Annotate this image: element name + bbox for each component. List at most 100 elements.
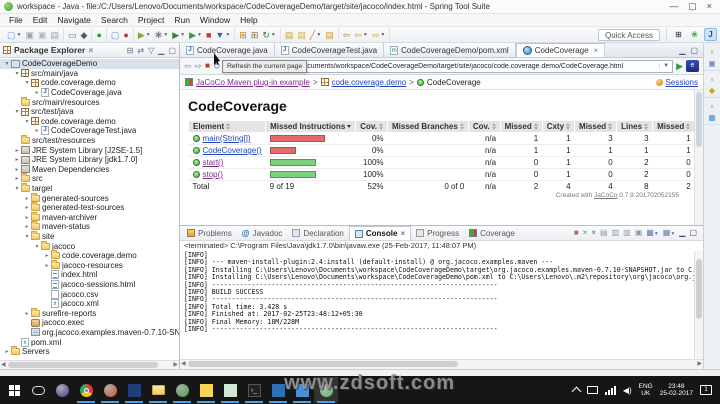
stop-launch-icon[interactable]: ■ bbox=[204, 29, 213, 41]
new-testcase-icon[interactable]: ● bbox=[94, 29, 103, 41]
editor-tab-codecoveragetest-java[interactable]: J CodeCoverageTest.java bbox=[274, 43, 385, 57]
tray-network-icon[interactable] bbox=[604, 385, 616, 395]
menu-run[interactable]: Run bbox=[169, 15, 195, 25]
link-with-editor-icon[interactable]: ⇄ bbox=[137, 46, 144, 55]
file-explorer[interactable] bbox=[146, 377, 170, 403]
minimized-view-window-icon[interactable]: ▣ bbox=[708, 59, 716, 68]
console-vertical-scrollbar[interactable] bbox=[694, 251, 703, 359]
tree-item-index-html[interactable]: index.html bbox=[0, 270, 179, 280]
menu-project[interactable]: Project bbox=[133, 15, 169, 25]
expanded-chevron-icon[interactable]: ▾ bbox=[13, 185, 21, 192]
package-explorer-tab[interactable]: Package Explorer × bbox=[3, 45, 93, 55]
sessions-link[interactable]: Sessions bbox=[666, 78, 698, 87]
menu-help[interactable]: Help bbox=[235, 15, 262, 25]
scroll-left-icon[interactable]: ◀ bbox=[181, 360, 186, 369]
maximize-view-icon[interactable]: ▢ bbox=[168, 46, 176, 55]
dropdown-arrow-icon[interactable]: ▼ bbox=[180, 29, 185, 41]
tree-item-maven-status[interactable]: ▸ maven-status bbox=[0, 221, 179, 232]
minimize-view-icon[interactable]: ▁ bbox=[158, 46, 164, 55]
maximize-editor-icon[interactable]: ▢ bbox=[690, 46, 698, 55]
minimize-window-button[interactable]: — bbox=[669, 2, 678, 11]
element-link[interactable]: CodeCoverage() bbox=[203, 146, 262, 155]
console-tab-declaration[interactable]: Declaration bbox=[287, 226, 348, 240]
tree-item-src-main-java[interactable]: ▾ src/main/java bbox=[0, 69, 179, 79]
expanded-chevron-icon[interactable]: ▾ bbox=[23, 118, 31, 125]
menu-edit[interactable]: Edit bbox=[28, 15, 53, 25]
collapsed-chevron-icon[interactable]: ▸ bbox=[23, 204, 31, 211]
pin-console-icon[interactable]: ▣ bbox=[635, 228, 643, 238]
expanded-chevron-icon[interactable]: ▾ bbox=[33, 243, 41, 250]
dropdown-arrow-icon[interactable]: ▼ bbox=[363, 29, 368, 41]
browser-back-icon[interactable]: ⇦ bbox=[184, 61, 192, 71]
tree-item-pom-xml[interactable]: x pom.xml bbox=[0, 337, 179, 347]
expanded-chevron-icon[interactable]: ▾ bbox=[23, 79, 31, 86]
console-tab-coverage[interactable]: Coverage bbox=[464, 226, 520, 240]
dropdown-arrow-icon[interactable]: ▼ bbox=[17, 29, 22, 41]
tree-item-jre-system-library-j2se-1-5-[interactable]: ▸ JRE System Library [J2SE-1.5] bbox=[0, 145, 179, 155]
restore-view-1-icon[interactable]: ▫ bbox=[711, 48, 714, 57]
dropdown-arrow-icon[interactable]: ▼ bbox=[316, 29, 321, 41]
collapsed-chevron-icon[interactable]: ▸ bbox=[33, 89, 41, 96]
maximize-window-button[interactable]: ▢ bbox=[688, 2, 697, 11]
tree-item-src-test-resources[interactable]: src/test/resources bbox=[0, 135, 179, 146]
run-launch-icon[interactable]: ▶ ▼ bbox=[187, 29, 204, 41]
remove-all-launches-icon[interactable]: × bbox=[591, 228, 596, 238]
collapsed-chevron-icon[interactable]: ▸ bbox=[13, 166, 21, 173]
browser-stop-icon[interactable]: ■ bbox=[205, 61, 210, 71]
back-history-icon[interactable]: ⇦ ▼ bbox=[352, 29, 370, 41]
annotate-icon[interactable]: ╱ ▼ bbox=[308, 29, 323, 41]
java-perspective-button[interactable]: J bbox=[704, 28, 717, 41]
open-window-icon[interactable]: ▢ bbox=[109, 29, 122, 41]
tree-item-jacoco-sessions-html[interactable]: jacoco-sessions.html bbox=[0, 279, 179, 290]
collapsed-chevron-icon[interactable]: ▸ bbox=[13, 175, 21, 182]
tree-item-jacoco[interactable]: ▾ jacoco bbox=[0, 240, 179, 251]
tree-item-code-coverage-demo[interactable]: ▾ code.coverage.demo bbox=[0, 78, 179, 88]
tree-item-target[interactable]: ▾ target bbox=[0, 183, 179, 194]
collapsed-chevron-icon[interactable]: ▸ bbox=[23, 214, 31, 221]
tree-item-jacoco-xml[interactable]: x jacoco.xml bbox=[0, 299, 179, 309]
column-header-missed[interactable]: Missed bbox=[574, 120, 618, 133]
go-button[interactable]: ▶ bbox=[676, 61, 683, 72]
mark-occurrences-icon[interactable]: ▤ bbox=[323, 29, 336, 41]
jacoco-link[interactable]: JaCoCo bbox=[594, 192, 617, 199]
column-header-element[interactable]: Element bbox=[187, 120, 267, 133]
column-header-cxty[interactable]: Cxty bbox=[541, 120, 576, 133]
editor-tab-codecoveragedemo-pom-xml[interactable]: m CodeCoverageDemo/pom.xml bbox=[384, 43, 516, 57]
minimized-view-task-icon[interactable]: ◆ bbox=[709, 86, 715, 95]
view-menu-icon[interactable]: ▽ bbox=[148, 46, 154, 55]
notification-center-icon[interactable]: 1 bbox=[700, 385, 712, 395]
console-scroll-thumb[interactable] bbox=[188, 361, 458, 367]
tree-item-maven-archiver[interactable]: ▸ maven-archiver bbox=[0, 211, 179, 223]
editor-tab-codecoverage-java[interactable]: J CodeCoverage.java bbox=[180, 43, 275, 57]
expanded-chevron-icon[interactable]: ▾ bbox=[13, 108, 21, 115]
forward-history-icon[interactable]: ⇨ ▼ bbox=[370, 29, 388, 41]
menu-window[interactable]: Window bbox=[195, 15, 235, 25]
editor-app[interactable] bbox=[122, 377, 146, 403]
collapsed-chevron-icon[interactable]: ▸ bbox=[23, 223, 31, 230]
close-tab-icon[interactable]: × bbox=[594, 46, 599, 55]
console-horizontal-scrollbar[interactable]: ◀ ▶ bbox=[180, 359, 703, 369]
refresh-tool-icon[interactable]: ↻ ▼ bbox=[260, 29, 278, 41]
photos-app[interactable] bbox=[218, 377, 242, 403]
minimize-view-icon[interactable]: ▁ bbox=[679, 228, 685, 238]
word-wrap-icon[interactable]: ▥ bbox=[623, 228, 631, 238]
column-header-lines[interactable]: Lines bbox=[616, 120, 654, 133]
open-console-icon[interactable]: ▦▼ bbox=[663, 228, 676, 239]
explorer-scroll-thumb[interactable] bbox=[8, 362, 158, 368]
tree-item-code-coverage-demo[interactable]: ▸ code.coverage.demo bbox=[0, 250, 179, 261]
external-tools-icon[interactable]: ✱ ▼ bbox=[153, 29, 171, 41]
new-java-project-icon[interactable]: ⊞ bbox=[237, 29, 249, 41]
tree-item-src-main-resources[interactable]: src/main/resources bbox=[0, 96, 179, 107]
spring-tool-suite[interactable] bbox=[170, 377, 194, 403]
tray-clock[interactable]: 23:48 25-02-2017 bbox=[660, 383, 693, 398]
tree-item-src-test-java[interactable]: ▾ src/test/java bbox=[0, 107, 179, 117]
breadcrumb-link-root[interactable]: JaCoCo Maven plug-in example bbox=[196, 78, 310, 87]
collapsed-chevron-icon[interactable]: ▸ bbox=[23, 310, 31, 317]
dropdown-arrow-icon[interactable]: ▼ bbox=[197, 29, 202, 41]
display-selected-console-icon[interactable]: ▦▼ bbox=[646, 228, 659, 239]
restore-view-2-icon[interactable]: ▫ bbox=[711, 75, 714, 84]
browser-forward-icon[interactable]: ⇨ bbox=[195, 61, 203, 71]
tray-monitor-icon[interactable] bbox=[586, 386, 598, 394]
column-header-cov-[interactable]: Cov. bbox=[355, 120, 389, 133]
dropdown-arrow-icon[interactable]: ▼ bbox=[271, 29, 276, 41]
